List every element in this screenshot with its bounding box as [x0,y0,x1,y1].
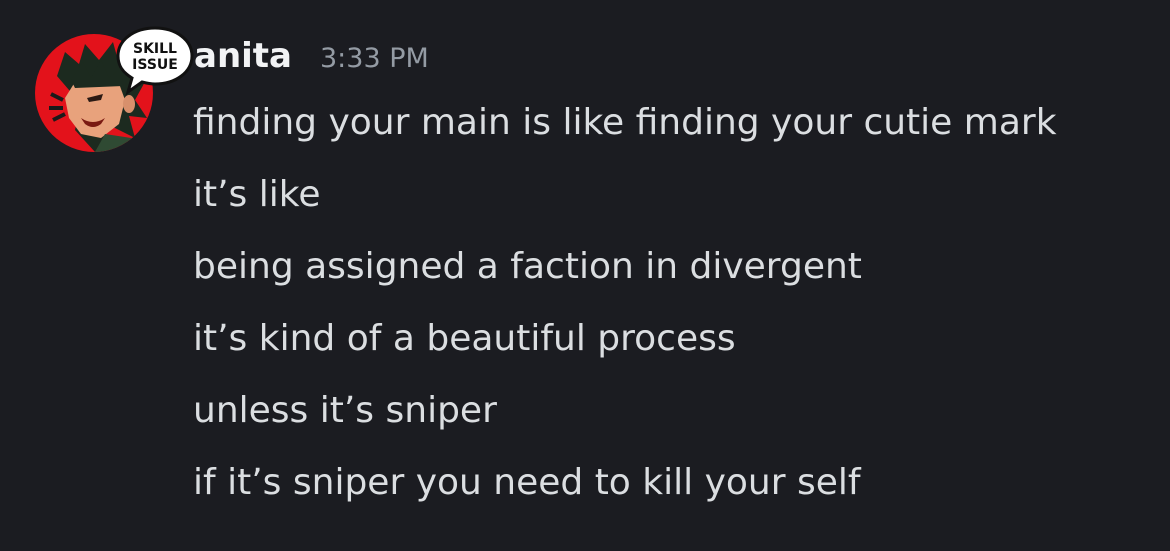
message-text: finding your main is like finding your c… [193,102,1057,143]
chat-message-group: SKILL ISSUE anita 3:33 PM finding your m… [0,0,1170,551]
message-list: finding your main is like finding your c… [193,92,1093,524]
message-text: unless it’s sniper [193,390,497,431]
message-text: it’s like [193,174,321,215]
avatar[interactable]: SKILL ISSUE [35,26,194,152]
message-header: anita 3:33 PM [194,36,429,86]
speech-bubble-badge: SKILL ISSUE [112,22,198,96]
message-text: being assigned a faction in divergent [193,246,862,287]
username[interactable]: anita [194,36,292,76]
message-text: it’s kind of a beautiful process [193,318,736,359]
message-text: if it’s sniper you need to kill your sel… [193,462,861,503]
badge-text-line-2: ISSUE [132,57,178,73]
badge-text-line-1: SKILL [133,41,177,57]
timestamp[interactable]: 3:33 PM [320,43,429,74]
speech-bubble-icon: SKILL ISSUE [116,26,194,96]
